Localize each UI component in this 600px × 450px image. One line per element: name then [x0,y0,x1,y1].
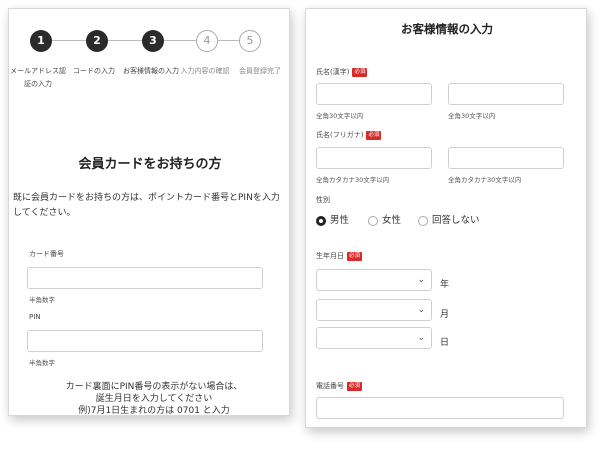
pin-notice-line1: カード裏面にPIN番号の表示がない場合は、 [65,382,243,392]
name-kanji-label: 氏名(漢字) [316,68,350,76]
pin-notice: カード裏面にPIN番号の表示がない場合は、 誕生月日を入力してください 例)7月… [29,381,279,416]
pin-input[interactable] [27,330,263,352]
radio-dot [316,216,326,226]
name-kanji-label-row: 氏名(漢字) 必須 [316,67,368,77]
gender-option-male-label: 男性 [330,215,350,226]
step-3-circle: 3 [142,30,164,52]
member-card-description: 既に会員カードをお持ちの方は、ポイントカード番号とPINを入力してください。 [13,193,280,218]
radio-dot [368,216,378,226]
phone-label-row: 電話番号 必須 [316,381,363,391]
gender-option-female-label: 女性 [382,215,402,226]
name-kana-first-hint: 全角カタカナ30文字以内 [448,176,522,184]
customer-info-panel: お客様情報の入力 氏名(漢字) 必須 全角30文字以内 全角30文字以内 氏名(フ… [305,8,587,428]
name-kanji-last-hint: 全角30文字以内 [316,112,364,120]
chevron-down-icon: ⌄ [417,305,425,315]
radio-dot [418,216,428,226]
card-number-hint: 半角数字 [29,296,55,304]
name-kana-required-badge: 必須 [366,130,382,140]
name-kana-label: 氏名(フリガナ) [316,131,364,139]
name-kana-first-input[interactable] [448,147,564,169]
customer-info-title: お客様情報の入力 [401,22,493,36]
member-card-panel: 1 2 3 4 5 メールアドレス認証の入力 コードの入力 お客様情報の入力 入… [8,8,290,416]
name-kana-last-hint: 全角カタカナ30文字以内 [316,176,390,184]
member-card-title: 会員カードをお持ちの方 [78,157,222,172]
birthdate-label-row: 生年月日 必須 [316,251,363,261]
pin-label: PIN [29,313,41,321]
birthdate-required-badge: 必須 [347,251,363,261]
phone-required-badge: 必須 [347,381,363,391]
gender-option-male[interactable]: 男性 [316,215,356,229]
step-1-circle: 1 [30,30,52,52]
step-5-label: 会員登録完了 [239,67,281,75]
step-2-circle: 2 [86,30,108,52]
progress-stepper: 1 2 3 4 5 メールアドレス認証の入力 コードの入力 お客様情報の入力 入… [9,9,289,109]
step-4-label: 入力内容の確認 [180,67,230,75]
step-5-circle: 5 [239,30,261,52]
chevron-down-icon: ⌄ [417,333,425,343]
step-1-label: メールアドレス認証の入力 [10,67,66,88]
name-kana-label-row: 氏名(フリガナ) 必須 [316,130,382,140]
name-kanji-last-input[interactable] [316,83,432,105]
phone-label: 電話番号 [316,382,344,390]
birth-day-unit: 日 [440,338,450,348]
step-2-label: コードの入力 [73,67,115,75]
name-kanji-required-badge: 必須 [352,67,368,77]
member-card-form: 会員カードをお持ちの方 既に会員カードをお持ちの方は、ポイントカード番号とPIN… [9,109,289,416]
gender-option-no-answer-label: 回答しない [432,215,480,226]
card-number-label: カード番号 [29,250,64,258]
pin-notice-line2: 誕生月日を入力してください [95,394,213,404]
birth-year-select[interactable]: ⌄ [316,269,432,291]
name-kanji-first-input[interactable] [448,83,564,105]
birth-month-unit: 月 [440,310,450,320]
card-number-input[interactable] [27,267,263,289]
name-kanji-first-hint: 全角30文字以内 [448,112,496,120]
birth-day-select[interactable]: ⌄ [316,327,432,349]
name-kana-last-input[interactable] [316,147,432,169]
gender-label: 性別 [316,196,330,204]
birth-year-unit: 年 [440,280,450,290]
pin-hint: 半角数字 [29,359,55,367]
gender-option-female[interactable]: 女性 [368,215,408,229]
chevron-down-icon: ⌄ [417,275,425,285]
pin-notice-line3: 例)7月1日生まれの方は 0701 と入力 [78,406,230,416]
step-4-circle: 4 [196,30,218,52]
birthdate-label: 生年月日 [316,252,344,260]
step-3-label: お客様情報の入力 [123,67,179,75]
phone-input[interactable] [316,397,564,419]
gender-option-no-answer[interactable]: 回答しない [418,215,498,229]
birth-month-select[interactable]: ⌄ [316,299,432,321]
